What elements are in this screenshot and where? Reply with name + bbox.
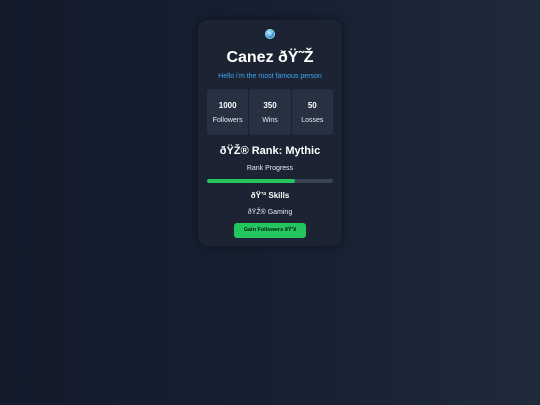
- profile-name: Canez ðŸ˜Ž: [226, 49, 314, 66]
- rank-progress-label: Rank Progress: [246, 165, 294, 172]
- profile-card: Canez ðŸ˜Ž Hello i'm the most famous per…: [198, 20, 342, 246]
- stat-value: 1000: [218, 101, 237, 110]
- skills-title: ðŸ’ª Skills: [250, 191, 290, 200]
- rank-progress-fill: [207, 179, 296, 183]
- rank-progress-bar: [207, 179, 333, 183]
- gain-followers-button[interactable]: Gain Followers ðŸ’¥: [234, 223, 306, 238]
- stat-label: Losses: [301, 117, 324, 124]
- stat-losses: 50 Losses: [291, 89, 333, 135]
- stat-label: Wins: [262, 117, 278, 124]
- profile-bio: Hello i'm the most famous person: [218, 73, 322, 80]
- stat-followers: 1000 Followers: [207, 89, 249, 135]
- skill-item: ðŸŽ® Gaming: [247, 209, 293, 216]
- stats-row: 1000 Followers 350 Wins 50 Losses: [207, 89, 333, 135]
- stat-wins: 350 Wins: [249, 89, 291, 135]
- rank-title: ðŸŽ® Rank: Mythic: [219, 145, 321, 157]
- avatar: [265, 29, 275, 39]
- stat-value: 50: [307, 101, 317, 110]
- stat-label: Followers: [212, 117, 243, 124]
- stat-value: 350: [263, 101, 277, 110]
